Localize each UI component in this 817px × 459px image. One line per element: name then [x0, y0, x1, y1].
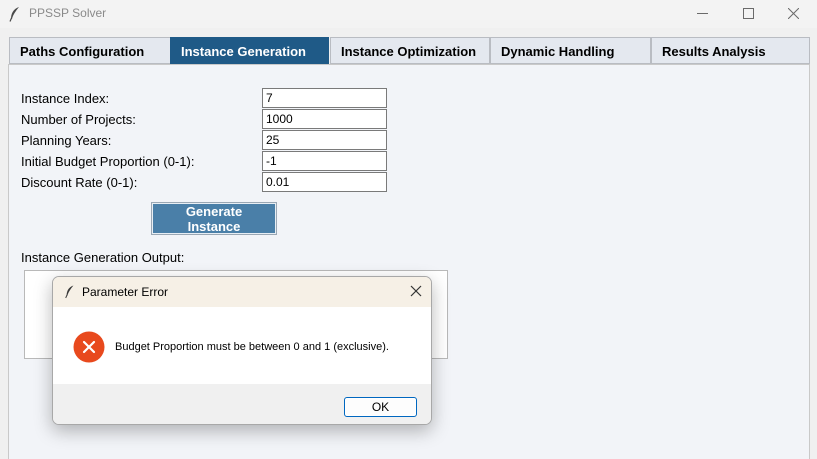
dialog-titlebar: Parameter Error — [53, 277, 431, 307]
minimize-icon — [697, 13, 708, 14]
tab-label: Results Analysis — [662, 44, 766, 59]
ok-button[interactable]: OK — [344, 397, 417, 417]
tab-results-analysis[interactable]: Results Analysis — [651, 37, 810, 64]
planning-years-label: Planning Years: — [21, 133, 112, 148]
window-title: PPSSP Solver — [29, 6, 107, 20]
window-titlebar: PPSSP Solver — [0, 0, 817, 28]
tab-paths-configuration[interactable]: Paths Configuration — [9, 37, 171, 64]
minimize-button[interactable] — [680, 0, 726, 28]
tab-label: Paths Configuration — [20, 44, 145, 59]
generate-instance-button[interactable]: Generate Instance — [151, 202, 277, 235]
parameter-error-dialog: Parameter Error Budget Proportion must b… — [52, 276, 432, 425]
close-icon[interactable] — [410, 285, 422, 297]
budget-proportion-input[interactable] — [262, 151, 387, 171]
tab-label: Instance Generation — [181, 44, 306, 59]
close-window-button[interactable] — [771, 0, 817, 28]
tab-dynamic-handling[interactable]: Dynamic Handling — [490, 37, 651, 64]
discount-rate-input[interactable] — [262, 172, 387, 192]
tab-instance-generation[interactable]: Instance Generation — [170, 37, 329, 64]
num-projects-label: Number of Projects: — [21, 112, 136, 127]
feather-icon — [64, 284, 76, 299]
instance-index-label: Instance Index: — [21, 91, 110, 106]
dialog-title: Parameter Error — [82, 285, 169, 299]
tab-label: Dynamic Handling — [501, 44, 615, 59]
budget-proportion-label: Initial Budget Proportion (0-1): — [21, 154, 195, 169]
close-icon — [788, 8, 799, 19]
planning-years-input[interactable] — [262, 130, 387, 150]
instance-index-input[interactable] — [262, 88, 387, 108]
discount-rate-label: Discount Rate (0-1): — [21, 175, 138, 190]
maximize-icon — [743, 8, 754, 19]
error-icon — [73, 331, 105, 363]
output-label: Instance Generation Output: — [21, 250, 185, 265]
maximize-button[interactable] — [726, 0, 772, 28]
error-message: Budget Proportion must be between 0 and … — [115, 341, 389, 353]
feather-icon — [8, 6, 22, 22]
tab-instance-optimization[interactable]: Instance Optimization — [330, 37, 490, 64]
num-projects-input[interactable] — [262, 109, 387, 129]
tab-label: Instance Optimization — [341, 44, 477, 59]
